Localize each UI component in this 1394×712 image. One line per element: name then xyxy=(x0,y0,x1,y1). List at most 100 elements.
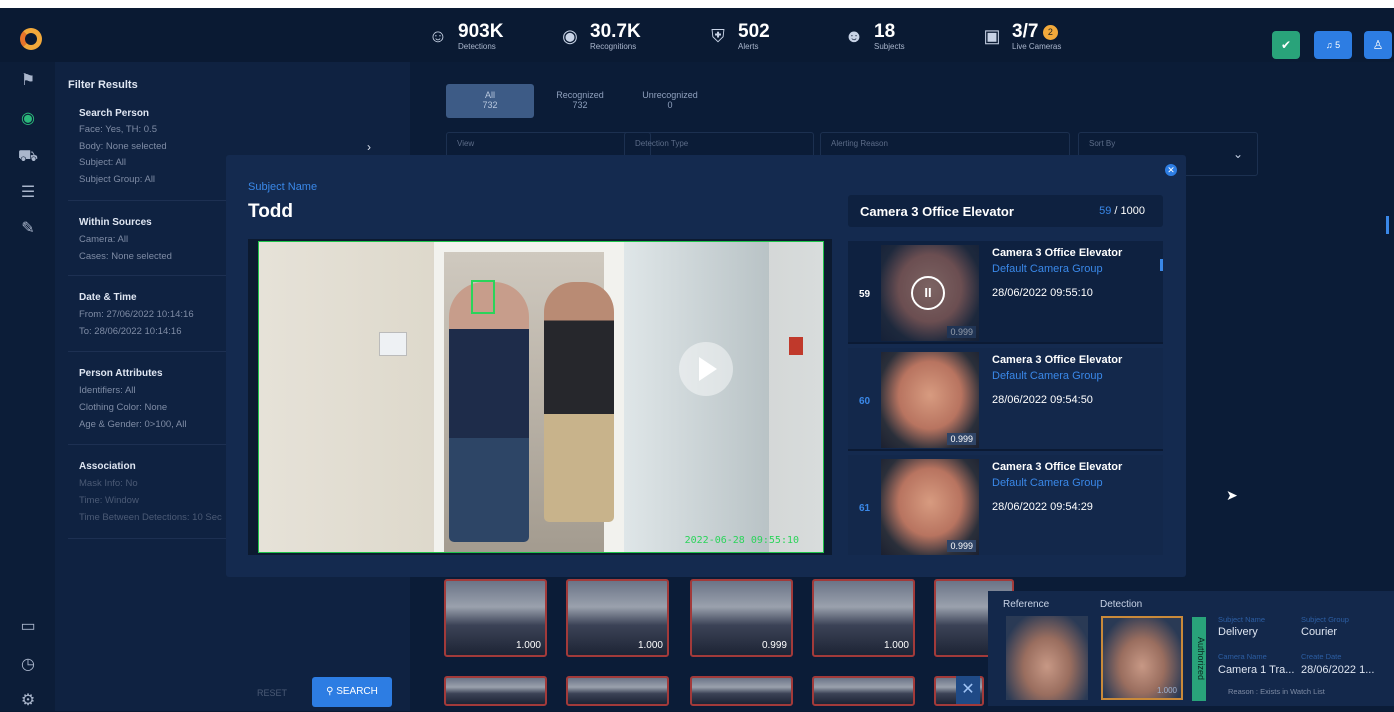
face-score: 0.999 xyxy=(947,540,976,552)
filter-line: Time: Window xyxy=(79,495,139,506)
face-thumbnail: 0.999 xyxy=(881,352,979,448)
bell-icon: ♫ xyxy=(1325,40,1333,50)
filter-line: Time Between Detections: 10 Sec xyxy=(79,512,222,523)
detection-thumbnail[interactable] xyxy=(812,676,915,706)
user-icon: ♙ xyxy=(1372,38,1384,52)
result-counter: 59 / 1000 xyxy=(1099,205,1145,217)
app-logo[interactable] xyxy=(20,28,42,50)
list-item[interactable]: 59 0.999 II Camera 3 Office Elevator Def… xyxy=(848,241,1163,344)
subject-group-key: Subject Group xyxy=(1301,615,1349,624)
glass-door xyxy=(624,242,769,552)
flag-icon[interactable]: ⚑ xyxy=(17,70,39,92)
subject-group-value: Courier xyxy=(1301,626,1338,638)
detection-thumbnail[interactable] xyxy=(444,676,547,706)
notification-count: 5 xyxy=(1335,40,1341,50)
person-figure xyxy=(544,282,614,522)
subject-name-value: Delivery xyxy=(1218,626,1258,638)
detection-thumbnail[interactable]: 0.999 xyxy=(690,579,793,657)
users-icon: ☺ xyxy=(428,26,448,46)
item-datetime: 28/06/2022 09:54:29 xyxy=(992,501,1093,513)
watchlist-icon[interactable]: ☰ xyxy=(17,182,39,204)
tab-all[interactable]: All 732 xyxy=(446,84,534,118)
detection-thumbnail[interactable]: 1.000 xyxy=(444,579,547,657)
play-icon[interactable] xyxy=(679,342,733,396)
face-thumbnail: 0.999 xyxy=(881,459,979,555)
item-group[interactable]: Default Camera Group xyxy=(992,370,1103,382)
list-item[interactable]: 60 0.999 Camera 3 Office Elevator Defaul… xyxy=(848,348,1163,451)
top-bar: ☺ 903K Detections ◉ 30.7K Recognitions ⛨ 5… xyxy=(0,0,1394,62)
stat-live-cameras[interactable]: ▣ 3/7 2 Live Cameras xyxy=(980,21,1062,52)
tab-count: 0 xyxy=(667,100,673,110)
video-player[interactable]: 2022-06-28 09:55:10 xyxy=(248,239,832,555)
current-index: 59 xyxy=(1099,205,1112,217)
stat-value: 502 xyxy=(738,21,770,42)
date-time-title[interactable]: Date & Time xyxy=(79,292,137,303)
search-button[interactable]: ⚲ SEARCH xyxy=(312,677,392,707)
stat-recognitions[interactable]: ◉ 30.7K Recognitions xyxy=(558,22,641,52)
filter-line: Subject Group: All xyxy=(79,174,156,185)
filter-line: Subject: All xyxy=(79,157,126,168)
item-camera: Camera 3 Office Elevator xyxy=(992,247,1123,259)
reports-icon[interactable]: ✎ xyxy=(17,218,39,240)
subject-name-label: Subject Name xyxy=(248,181,318,193)
filter-line: Cases: None selected xyxy=(79,251,172,262)
detection-modal: ✕ Subject Name Todd 2022-06-28 09:55:10 … xyxy=(226,155,1186,577)
vehicle-icon[interactable]: ⛟ xyxy=(17,146,39,168)
stat-value: 3/7 xyxy=(1012,21,1039,42)
within-sources-title[interactable]: Within Sources xyxy=(79,217,152,228)
scrollbar[interactable] xyxy=(1386,216,1389,234)
item-datetime: 28/06/2022 09:55:10 xyxy=(992,287,1093,299)
tab-count: 732 xyxy=(482,100,498,110)
stat-subjects[interactable]: ☻ 18 Subjects xyxy=(842,22,905,52)
filter-line: Camera: All xyxy=(79,234,129,245)
camera-header: Camera 3 Office Elevator 59 / 1000 xyxy=(848,195,1163,227)
person-attributes-title[interactable]: Person Attributes xyxy=(79,368,163,379)
association-title[interactable]: Association xyxy=(79,461,136,472)
detection-thumbnail[interactable] xyxy=(566,676,669,706)
create-date-key: Create Date xyxy=(1301,652,1342,661)
pause-icon[interactable]: II xyxy=(911,276,945,310)
camera-icon: ▣ xyxy=(983,26,1001,46)
subjects-icon: ☻ xyxy=(844,26,864,46)
detection-score: 1.000 xyxy=(1156,686,1177,695)
notifications-button[interactable]: ♫ 5 xyxy=(1314,31,1352,59)
clock-icon[interactable]: ◷ xyxy=(17,654,39,676)
tab-recognized[interactable]: Recognized 732 xyxy=(536,84,624,118)
list-item[interactable]: 61 0.999 Camera 3 Office Elevator Defaul… xyxy=(848,455,1163,555)
list-scrollbar[interactable] xyxy=(1160,259,1163,271)
authorized-badge: Authorized xyxy=(1192,617,1206,701)
item-group[interactable]: Default Camera Group xyxy=(992,263,1103,275)
close-icon[interactable]: ✕ xyxy=(1165,164,1177,176)
user-menu-button[interactable]: ♙ xyxy=(1364,31,1392,59)
subject-name: Todd xyxy=(248,201,294,222)
alert-popup[interactable]: Reference Detection 1.000 Authorized Sub… xyxy=(988,591,1394,706)
filter-line: Face: Yes, TH: 0.5 xyxy=(79,124,157,135)
tab-label: All xyxy=(484,90,495,100)
search-face-icon[interactable]: ◉ xyxy=(17,108,39,130)
reset-button[interactable]: RESET xyxy=(257,688,287,698)
status-check-button[interactable]: ✔ xyxy=(1272,31,1300,59)
detection-thumbnail[interactable]: 1.000 xyxy=(812,579,915,657)
item-index: 61 xyxy=(859,503,871,514)
detection-thumbnail[interactable]: 1.000 xyxy=(566,579,669,657)
chevron-right-icon[interactable]: › xyxy=(367,140,371,154)
settings-icon[interactable]: ⚙ xyxy=(17,690,39,712)
item-index: 60 xyxy=(859,396,871,407)
search-person-title[interactable]: Search Person xyxy=(79,108,149,119)
detection-image: 1.000 xyxy=(1101,616,1183,700)
stat-detections[interactable]: ☺ 903K Detections xyxy=(426,22,504,52)
thumb-score: 1.000 xyxy=(637,640,663,651)
close-icon[interactable]: ✕ xyxy=(956,676,980,704)
dropdown-label: Alerting Reason xyxy=(831,139,888,148)
person-figure xyxy=(449,282,529,542)
stat-alerts[interactable]: ⛨ 502 Alerts xyxy=(706,21,770,52)
tab-unrecognized[interactable]: Unrecognized 0 xyxy=(626,84,714,118)
face-score: 0.999 xyxy=(947,433,976,445)
reference-label: Reference xyxy=(1003,599,1050,610)
display-icon[interactable]: ▭ xyxy=(17,616,39,638)
stat-label: Live Cameras xyxy=(1012,42,1062,51)
mouse-cursor-icon: ➤ xyxy=(1226,487,1238,503)
thumb-score: 1.000 xyxy=(883,640,909,651)
detection-thumbnail[interactable] xyxy=(690,676,793,706)
item-group[interactable]: Default Camera Group xyxy=(992,477,1103,489)
